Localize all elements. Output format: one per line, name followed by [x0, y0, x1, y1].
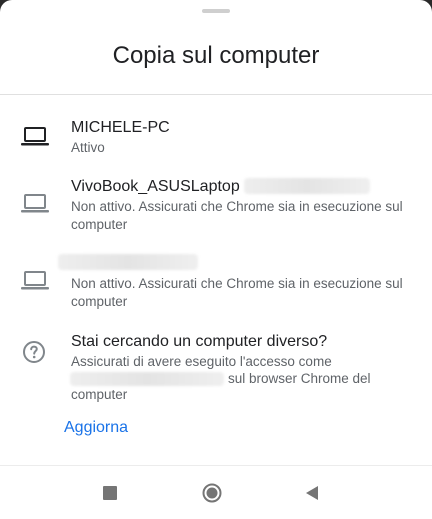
device-name: VivoBook_ASUSLaptop — [71, 178, 240, 195]
back-triangle-icon — [306, 485, 318, 500]
device-status: Non attivo. Assicurati che Chrome sia in… — [71, 199, 403, 232]
help-line-1: Assicurati di avere eseguito l'accesso c… — [71, 354, 332, 369]
navigation-bar — [0, 466, 432, 519]
back-button[interactable] — [282, 466, 342, 519]
help-line-3: computer — [71, 387, 128, 402]
redacted-text — [58, 254, 198, 270]
laptop-icon — [21, 127, 49, 146]
refresh-button[interactable]: Aggiorna — [64, 419, 128, 437]
help-circle-icon — [23, 341, 45, 363]
laptop-icon — [21, 194, 49, 213]
device-name: MICHELE-PC — [71, 119, 170, 136]
device-status: Non attivo. Assicurati che Chrome sia in… — [71, 276, 403, 309]
circle-icon — [202, 483, 222, 502]
device-status: Attivo — [71, 140, 105, 155]
square-icon — [103, 485, 117, 500]
home-button[interactable] — [182, 466, 242, 519]
recents-button[interactable] — [80, 466, 140, 519]
bottom-sheet: Copia sul computer MICHELE-PC Attivo Viv… — [0, 0, 432, 519]
sheet-title: Copia sul computer — [112, 42, 320, 69]
redacted-text — [244, 178, 370, 194]
laptop-icon — [21, 271, 49, 290]
title-divider — [0, 94, 432, 95]
help-title: Stai cercando un computer diverso? — [71, 333, 328, 350]
redacted-text — [70, 372, 224, 386]
drag-handle[interactable] — [202, 9, 230, 13]
